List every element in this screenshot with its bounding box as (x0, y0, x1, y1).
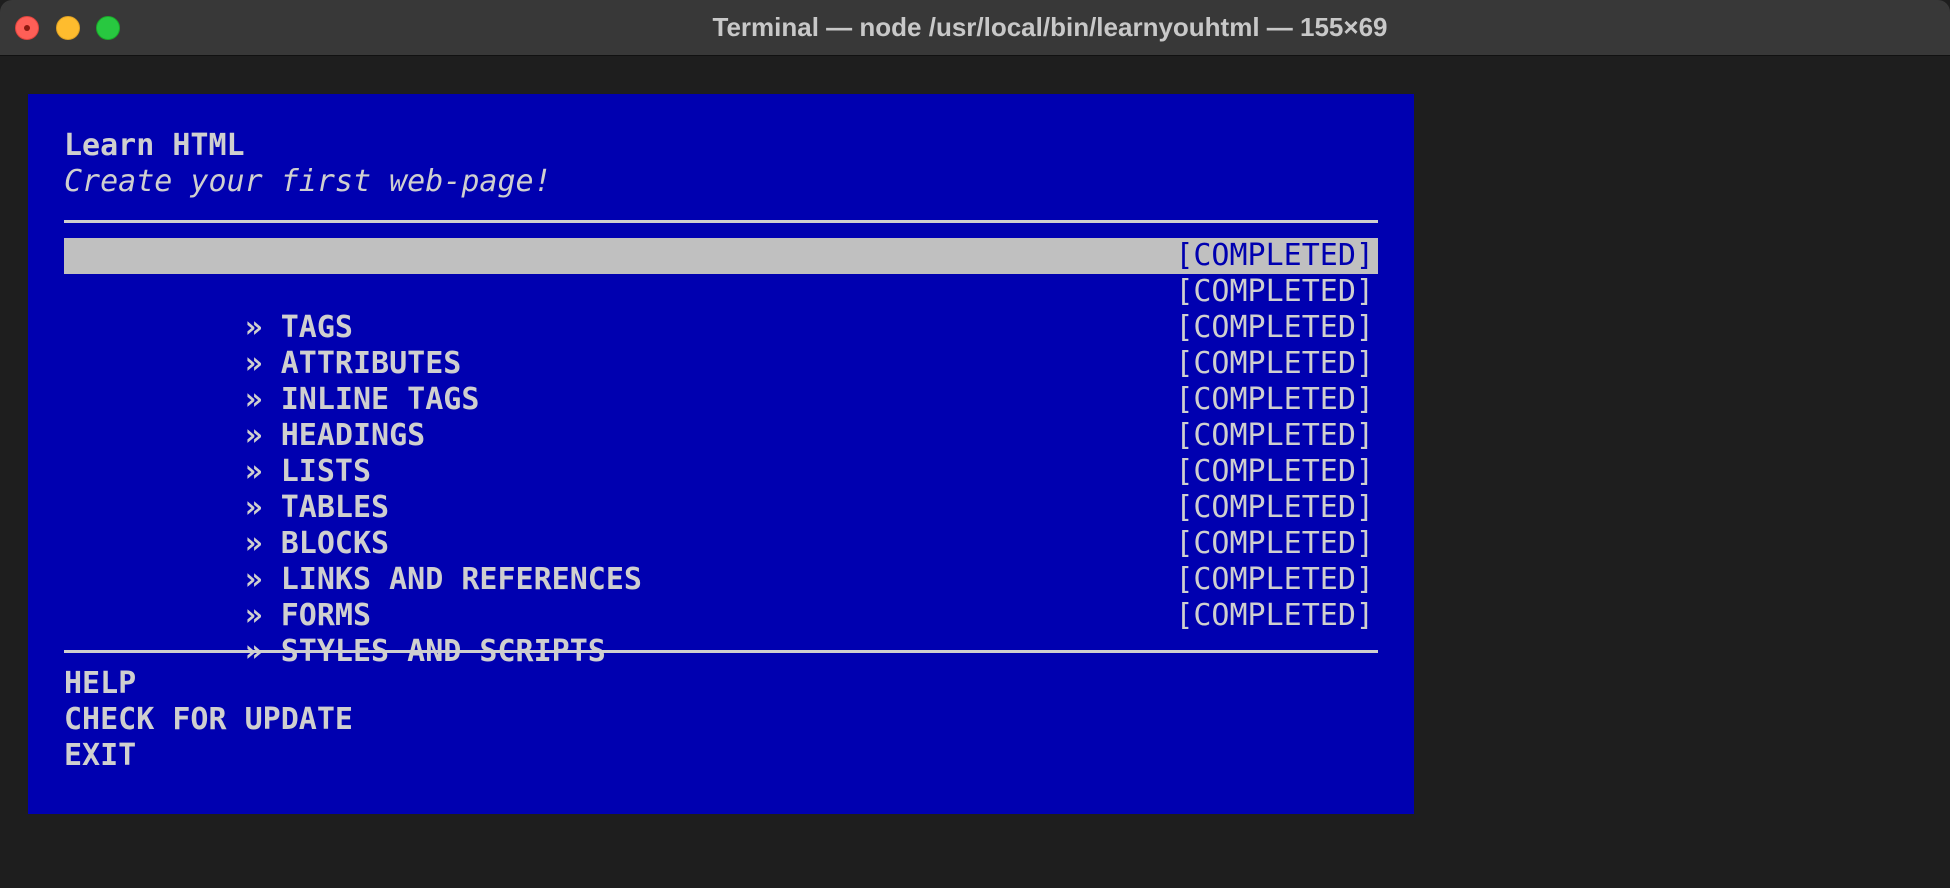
lesson-status: [COMPLETED] (1175, 238, 1374, 273)
lesson-status: [COMPLETED] (1175, 598, 1374, 633)
divider-bottom (64, 650, 1378, 653)
lesson-status: [COMPLETED] (1175, 454, 1374, 489)
terminal-content[interactable]: Learn HTML Create your first web-page! »… (0, 56, 1950, 888)
lesson-item-styles-and-scripts[interactable]: » STYLES AND SCRIPTS [COMPLETED] (64, 598, 1378, 669)
lesson-item-tables[interactable]: » TABLES [COMPLETED] (64, 454, 1378, 525)
lesson-item-lists[interactable]: » LISTS [COMPLETED] (64, 418, 1378, 489)
divider-top (64, 220, 1378, 223)
check-for-update-menu-item[interactable]: CHECK FOR UPDATE (64, 702, 353, 738)
learnyouhtml-menu-panel: Learn HTML Create your first web-page! »… (28, 94, 1414, 814)
lesson-status: [COMPLETED] (1175, 418, 1374, 453)
close-window-button[interactable] (15, 16, 39, 40)
lesson-item-headings[interactable]: » HEADINGS [COMPLETED] (64, 382, 1378, 453)
maximize-window-button[interactable] (96, 16, 120, 40)
close-icon (24, 25, 30, 31)
lesson-status: [COMPLETED] (1175, 346, 1374, 381)
exit-menu-item[interactable]: EXIT (64, 738, 353, 774)
footer-menu: HELP CHECK FOR UPDATE EXIT (64, 666, 353, 774)
lesson-menu: » HELLO WORLD [COMPLETED] » TAGS [COMPLE… (64, 238, 1378, 669)
lesson-item-tags[interactable]: » TAGS [COMPLETED] (64, 274, 1378, 345)
lesson-status: [COMPLETED] (1175, 310, 1374, 345)
lesson-item-links-and-references[interactable]: » LINKS AND REFERENCES [COMPLETED] (64, 526, 1378, 597)
lesson-item-forms[interactable]: » FORMS [COMPLETED] (64, 562, 1378, 633)
lesson-item-inline-tags[interactable]: » INLINE TAGS [COMPLETED] (64, 346, 1378, 417)
window-title: Terminal — node /usr/local/bin/learnyouh… (712, 12, 1388, 42)
help-menu-item[interactable]: HELP (64, 666, 353, 702)
terminal-window: Terminal — node /usr/local/bin/learnyouh… (0, 0, 1950, 888)
lesson-status: [COMPLETED] (1175, 490, 1374, 525)
lesson-item-attributes[interactable]: » ATTRIBUTES [COMPLETED] (64, 310, 1378, 381)
app-title: Learn HTML (64, 128, 245, 163)
minimize-window-button[interactable] (56, 16, 80, 40)
app-subtitle: Create your first web-page! (64, 164, 552, 199)
lesson-status: [COMPLETED] (1175, 526, 1374, 561)
lesson-status: [COMPLETED] (1175, 382, 1374, 417)
lesson-status: [COMPLETED] (1175, 274, 1374, 309)
title-bar[interactable]: Terminal — node /usr/local/bin/learnyouh… (0, 0, 1950, 56)
lesson-status: [COMPLETED] (1175, 562, 1374, 597)
lesson-item-hello-world[interactable]: » HELLO WORLD [COMPLETED] (64, 238, 1378, 309)
lesson-item-blocks[interactable]: » BLOCKS [COMPLETED] (64, 490, 1378, 561)
